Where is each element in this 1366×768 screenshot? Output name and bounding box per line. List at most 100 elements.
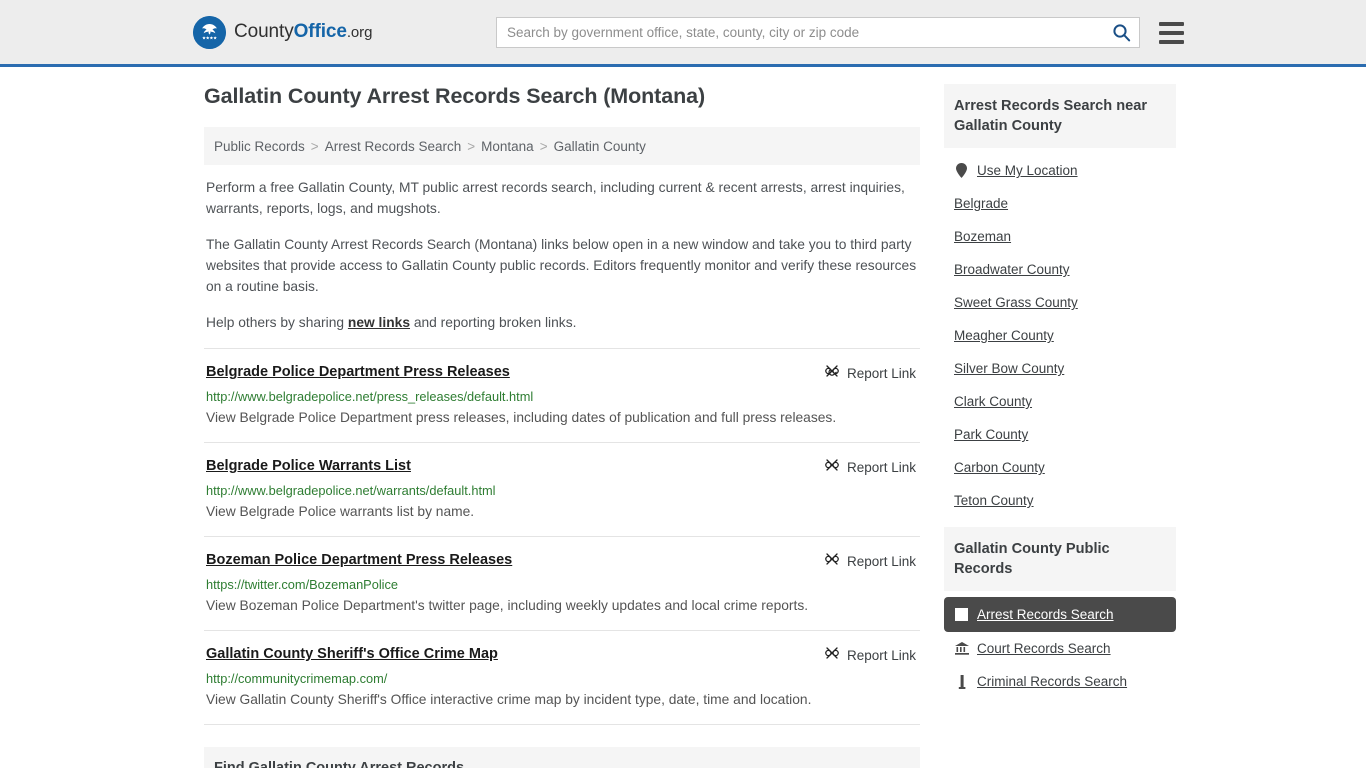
broken-link-icon: [824, 551, 840, 572]
breadcrumb-item-public-records[interactable]: Public Records: [214, 139, 305, 154]
list-item: Belgrade Police Department Press Release…: [204, 348, 920, 442]
report-link-button[interactable]: Report Link: [824, 363, 916, 384]
sidebar-label: Criminal Records Search: [977, 674, 1128, 689]
gavel-icon: [954, 674, 969, 689]
resource-title-link[interactable]: Belgrade Police Warrants List: [206, 458, 411, 474]
find-records-heading: Find Gallatin County Arrest Records: [204, 747, 920, 768]
intro-text: Perform a free Gallatin County, MT publi…: [204, 165, 920, 333]
resource-description: View Bozeman Police Department's twitter…: [206, 598, 809, 613]
intro-paragraph-1: Perform a free Gallatin County, MT publi…: [206, 180, 905, 216]
map-pin-icon: [954, 163, 969, 178]
resource-description: View Belgrade Police warrants list by na…: [206, 504, 475, 519]
breadcrumb-separator: >: [310, 138, 319, 154]
sidebar-item-sweet-grass-county[interactable]: Sweet Grass County: [944, 286, 1176, 319]
sidebar-nearby-list: Use My Location Belgrade Bozeman Broadwa…: [944, 148, 1176, 517]
search-box[interactable]: [496, 17, 1140, 48]
resource-link-list: Belgrade Police Department Press Release…: [204, 348, 920, 725]
sidebar-item-silver-bow-county[interactable]: Silver Bow County: [944, 352, 1176, 385]
report-link-button[interactable]: Report Link: [824, 551, 916, 572]
sidebar-label: Belgrade: [954, 196, 1009, 211]
logo-text-org: .org: [346, 24, 373, 41]
resource-description: View Belgrade Police Department press re…: [206, 410, 837, 425]
breadcrumb-separator: >: [539, 138, 548, 154]
sidebar-label: Sweet Grass County: [954, 295, 1078, 310]
breadcrumb-item-arrest-records-search[interactable]: Arrest Records Search: [325, 139, 462, 154]
report-link-label: Report Link: [846, 366, 916, 381]
intro-paragraph-2: The Gallatin County Arrest Records Searc…: [206, 237, 917, 294]
page-body: Gallatin County Arrest Records Search (M…: [0, 67, 1366, 768]
sidebar-label: Teton County: [954, 493, 1034, 508]
resource-title-link[interactable]: Belgrade Police Department Press Release…: [206, 364, 510, 380]
sidebar-label: Broadwater County: [954, 262, 1070, 277]
resource-url[interactable]: https://twitter.com/BozemanPolice: [206, 577, 918, 592]
eagle-emblem-icon: [193, 15, 226, 49]
sidebar-item-broadwater-county[interactable]: Broadwater County: [944, 253, 1176, 286]
resource-url[interactable]: http://www.belgradepolice.net/press_rele…: [206, 389, 918, 404]
site-header: CountyOffice.org: [0, 0, 1366, 67]
resource-title-link[interactable]: Gallatin County Sheriff's Office Crime M…: [206, 646, 498, 662]
sidebar-item-bozeman[interactable]: Bozeman: [944, 220, 1176, 253]
intro-paragraph-3: Help others by sharing new links and rep…: [206, 312, 918, 333]
breadcrumb-item-gallatin-county[interactable]: Gallatin County: [554, 139, 646, 154]
sidebar-label: Silver Bow County: [954, 361, 1065, 376]
sidebar-label: Carbon County: [954, 460, 1045, 475]
sidebar-item-park-county[interactable]: Park County: [944, 418, 1176, 451]
header-search-area: [496, 17, 1184, 48]
sidebar-item-teton-county[interactable]: Teton County: [944, 484, 1176, 517]
sidebar-item-clark-county[interactable]: Clark County: [944, 385, 1176, 418]
sidebar-item-court-records-search[interactable]: Court Records Search: [944, 632, 1176, 665]
report-link-label: Report Link: [846, 460, 916, 475]
list-item: Bozeman Police Department Press Releases…: [204, 536, 920, 630]
document-icon: [954, 608, 969, 621]
sidebar-item-use-my-location[interactable]: Use My Location: [944, 154, 1176, 187]
logo-text-county: County: [234, 21, 294, 42]
hamburger-bar: [1159, 21, 1184, 26]
sidebar-card-public-records: Gallatin County Public Records Arrest Re…: [944, 527, 1176, 698]
new-links-link[interactable]: new links: [348, 315, 410, 330]
sidebar-label: Arrest Records Search: [977, 607, 1114, 622]
main-content: Gallatin County Arrest Records Search (M…: [204, 84, 920, 768]
resource-url[interactable]: http://www.belgradepolice.net/warrants/d…: [206, 483, 918, 498]
report-link-label: Report Link: [846, 554, 916, 569]
page-title: Gallatin County Arrest Records Search (M…: [204, 84, 706, 108]
courthouse-icon: [954, 642, 969, 655]
sidebar: Arrest Records Search near Gallatin Coun…: [944, 84, 1176, 768]
sidebar-label: Meagher County: [954, 328, 1054, 343]
sidebar-card-nearby: Arrest Records Search near Gallatin Coun…: [944, 84, 1176, 517]
search-icon[interactable]: [1112, 23, 1131, 42]
sidebar-label: Park County: [954, 427, 1029, 442]
logo-wordmark: CountyOffice.org: [234, 21, 372, 43]
sidebar-item-meagher-county[interactable]: Meagher County: [944, 319, 1176, 352]
report-link-label: Report Link: [846, 648, 916, 663]
sidebar-label: Use My Location: [977, 163, 1078, 178]
hamburger-menu-icon[interactable]: [1159, 21, 1184, 44]
broken-link-icon: [824, 645, 840, 666]
site-logo[interactable]: CountyOffice.org: [193, 15, 372, 49]
breadcrumb-item-montana[interactable]: Montana: [481, 139, 534, 154]
sidebar-item-arrest-records-search[interactable]: Arrest Records Search: [944, 597, 1176, 632]
report-link-button[interactable]: Report Link: [824, 645, 916, 666]
sidebar-item-carbon-county[interactable]: Carbon County: [944, 451, 1176, 484]
breadcrumb-separator: >: [467, 138, 476, 154]
broken-link-icon: [824, 457, 840, 478]
search-input[interactable]: [507, 25, 1112, 40]
broken-link-icon: [824, 363, 840, 384]
sidebar-heading-public-records: Gallatin County Public Records: [944, 527, 1176, 591]
sidebar-public-records-list: Arrest Records Search Court Records Sear…: [944, 591, 1176, 698]
sidebar-label: Bozeman: [954, 229, 1012, 244]
sidebar-label: Clark County: [954, 394, 1033, 409]
hamburger-bar: [1159, 39, 1184, 44]
sidebar-heading-nearby: Arrest Records Search near Gallatin Coun…: [944, 84, 1176, 148]
sidebar-item-belgrade[interactable]: Belgrade: [944, 187, 1176, 220]
intro-p3-suffix: and reporting broken links.: [410, 315, 577, 330]
report-link-button[interactable]: Report Link: [824, 457, 916, 478]
intro-p3-prefix: Help others by sharing: [206, 315, 348, 330]
list-item: Gallatin County Sheriff's Office Crime M…: [204, 630, 920, 725]
list-item: Belgrade Police Warrants List Report Lin…: [204, 442, 920, 536]
resource-description: View Gallatin County Sheriff's Office in…: [206, 692, 812, 707]
sidebar-item-criminal-records-search[interactable]: Criminal Records Search: [944, 665, 1176, 698]
resource-url[interactable]: http://communitycrimemap.com/: [206, 671, 918, 686]
hamburger-bar: [1159, 30, 1184, 35]
logo-text-office: Office: [293, 21, 347, 42]
resource-title-link[interactable]: Bozeman Police Department Press Releases: [206, 552, 512, 568]
